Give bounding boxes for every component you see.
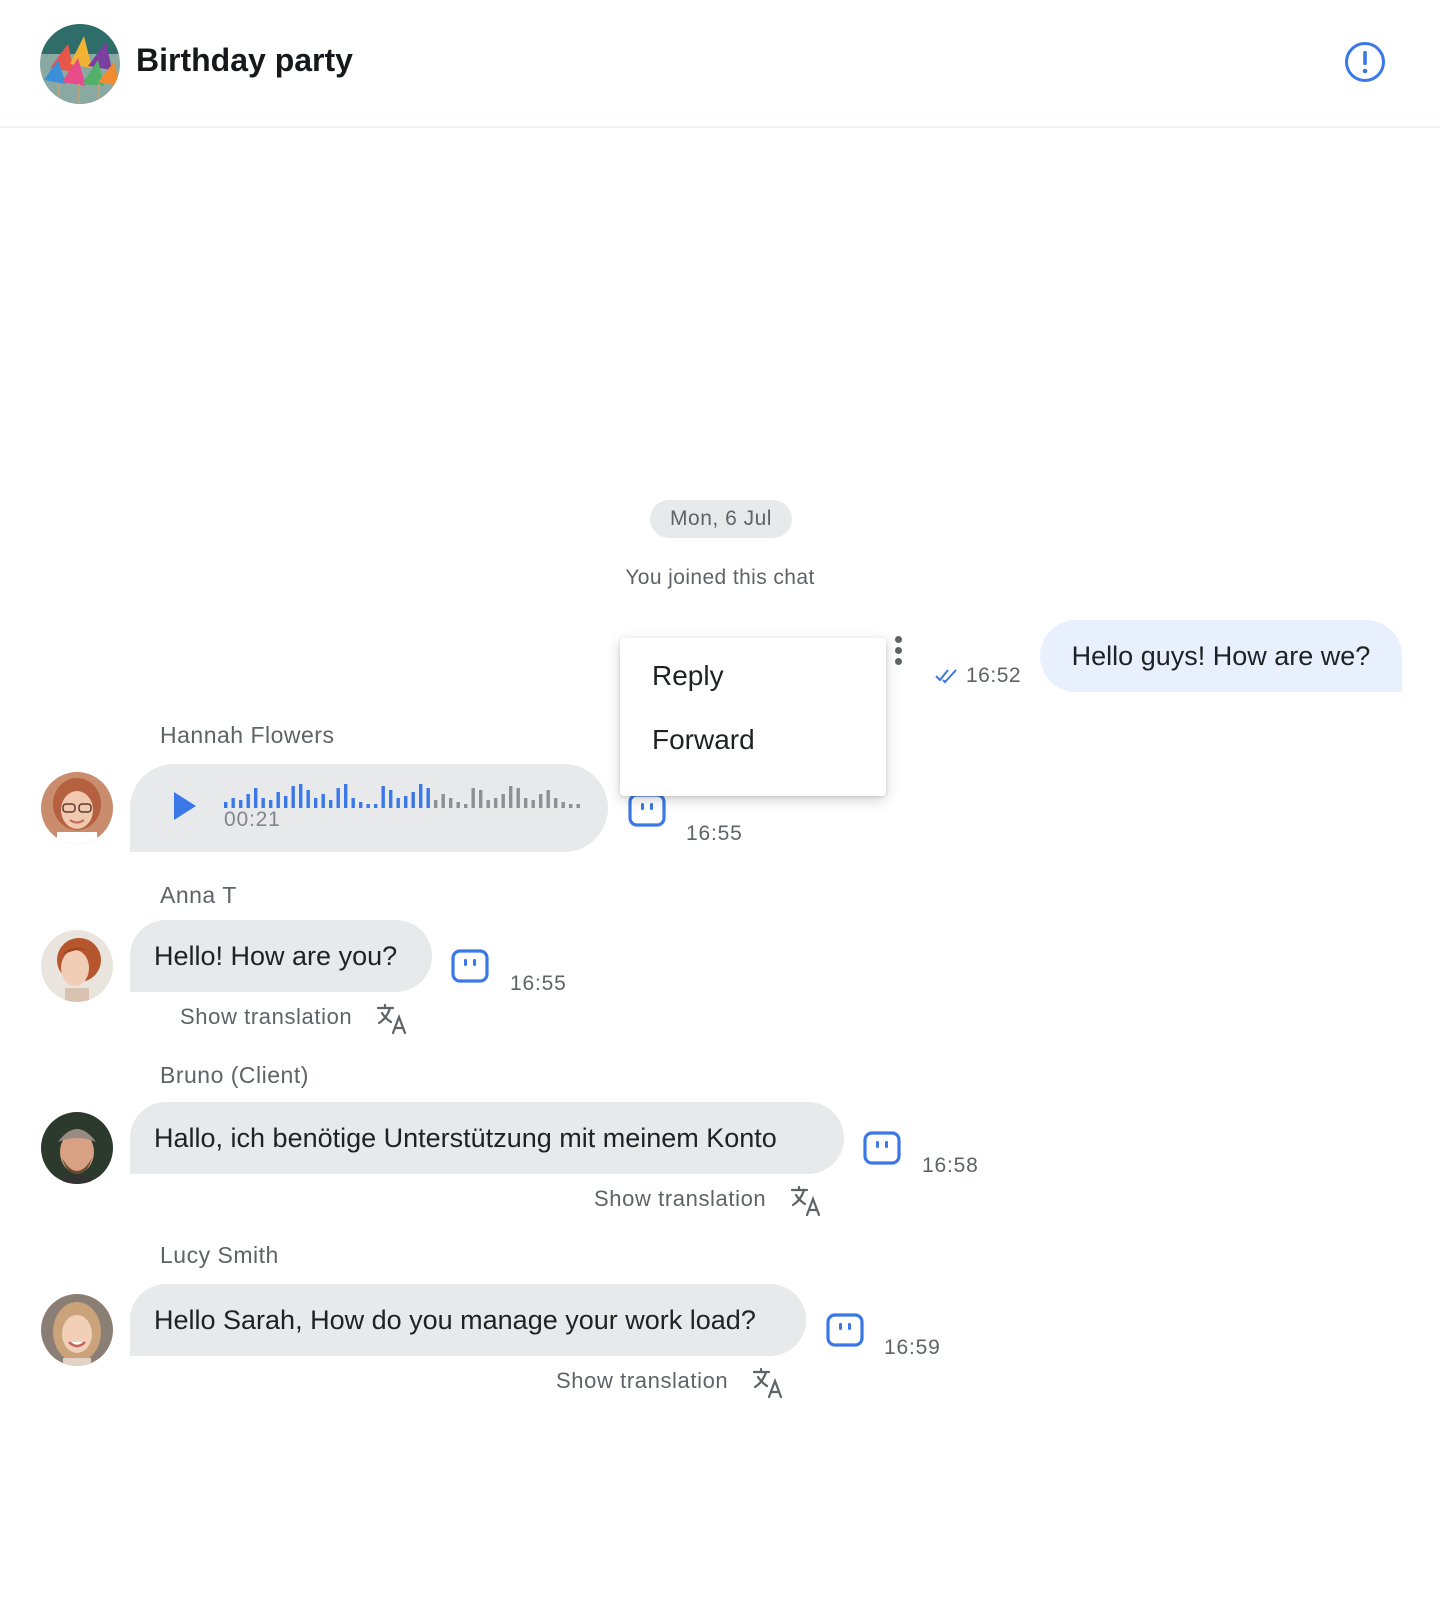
message-time: 16:58 xyxy=(922,1154,979,1177)
voice-message-bubble: 00:21 xyxy=(130,764,608,852)
waveform-bar xyxy=(554,798,558,808)
waveform-bar xyxy=(351,798,355,808)
waveform-bar xyxy=(231,798,235,808)
waveform-bar xyxy=(434,800,438,808)
audio-waveform[interactable] xyxy=(224,778,584,808)
show-translation-link[interactable]: Show translation xyxy=(556,1368,728,1394)
avatar[interactable] xyxy=(41,772,113,844)
waveform-bar xyxy=(396,798,400,808)
show-translation-link[interactable]: Show translation xyxy=(594,1186,766,1212)
waveform-bar xyxy=(516,788,520,808)
waveform-bar xyxy=(329,800,333,808)
message-time: 16:59 xyxy=(884,1336,941,1359)
waveform-bar xyxy=(321,794,325,808)
waveform-bar xyxy=(381,786,385,808)
waveform-bar xyxy=(561,802,565,808)
menu-item-reply[interactable]: Reply xyxy=(652,660,724,692)
waveform-bar xyxy=(464,804,468,808)
bot-icon[interactable] xyxy=(825,1310,865,1350)
waveform-bar xyxy=(411,792,415,808)
sender-name: Anna T xyxy=(160,882,237,908)
waveform-bar xyxy=(576,804,580,808)
show-translation-link[interactable]: Show translation xyxy=(180,1004,352,1030)
avatar[interactable] xyxy=(41,1112,113,1184)
chat-title: Birthday party xyxy=(136,42,353,78)
message-bubble[interactable]: Hello! How are you? xyxy=(130,920,432,992)
message-context-menu: Reply Forward xyxy=(620,638,886,796)
waveform-bar xyxy=(539,794,543,808)
translate-icon[interactable] xyxy=(789,1184,823,1218)
sender-name: Hannah Flowers xyxy=(160,722,335,748)
group-avatar[interactable] xyxy=(40,24,120,104)
waveform-bar xyxy=(336,788,340,808)
bot-icon[interactable] xyxy=(450,946,490,986)
waveform-bar xyxy=(486,800,490,808)
waveform-bar xyxy=(441,794,445,808)
menu-item-forward[interactable]: Forward xyxy=(652,724,755,756)
message-bubble[interactable]: Hallo, ich benötige Unterstützung mit me… xyxy=(130,1102,844,1174)
voice-duration: 00:21 xyxy=(224,808,281,831)
bot-icon[interactable] xyxy=(627,790,667,830)
waveform-bar xyxy=(546,790,550,808)
avatar[interactable] xyxy=(41,1294,113,1366)
waveform-bar xyxy=(276,792,280,808)
translate-icon[interactable] xyxy=(375,1002,409,1036)
chat-header: Birthday party xyxy=(0,0,1440,128)
waveform-bar xyxy=(419,784,423,808)
waveform-bar xyxy=(471,788,475,808)
waveform-bar xyxy=(291,786,295,808)
bot-icon[interactable] xyxy=(862,1128,902,1168)
waveform-bar xyxy=(299,784,303,808)
waveform-bar xyxy=(501,794,505,808)
waveform-bar xyxy=(261,798,265,808)
waveform-bar xyxy=(389,790,393,808)
info-icon[interactable] xyxy=(1343,40,1387,84)
waveform-bar xyxy=(509,786,513,808)
play-icon[interactable] xyxy=(174,792,196,820)
waveform-bar xyxy=(569,804,573,808)
waveform-bar xyxy=(456,802,460,808)
own-message-bubble[interactable]: Hello guys! How are we? xyxy=(1040,620,1402,692)
waveform-bar xyxy=(306,790,310,808)
sender-name: Lucy Smith xyxy=(160,1242,279,1268)
translate-icon[interactable] xyxy=(751,1366,785,1400)
waveform-bar xyxy=(449,798,453,808)
waveform-bar xyxy=(404,796,408,808)
message-time: 16:55 xyxy=(686,822,743,845)
waveform-bar xyxy=(479,790,483,808)
waveform-bar xyxy=(374,804,378,808)
waveform-bar xyxy=(239,800,243,808)
waveform-bar xyxy=(314,798,318,808)
waveform-bar xyxy=(359,802,363,808)
waveform-bar xyxy=(344,784,348,808)
more-options-icon[interactable] xyxy=(892,636,904,672)
system-message: You joined this chat xyxy=(625,566,815,589)
waveform-bar xyxy=(494,798,498,808)
avatar[interactable] xyxy=(41,930,113,1002)
sender-name: Bruno (Client) xyxy=(160,1062,309,1088)
waveform-bar xyxy=(524,798,528,808)
waveform-bar xyxy=(269,800,273,808)
double-check-icon xyxy=(935,669,957,684)
waveform-bar xyxy=(254,788,258,808)
message-time: 16:55 xyxy=(510,972,567,995)
message-time: 16:52 xyxy=(966,664,1022,687)
waveform-bar xyxy=(426,788,430,808)
waveform-bar xyxy=(531,800,535,808)
message-bubble[interactable]: Hello Sarah, How do you manage your work… xyxy=(130,1284,806,1356)
date-separator: Mon, 6 Jul xyxy=(650,500,792,538)
waveform-bar xyxy=(366,804,370,808)
waveform-bar xyxy=(284,796,288,808)
waveform-bar xyxy=(246,794,250,808)
